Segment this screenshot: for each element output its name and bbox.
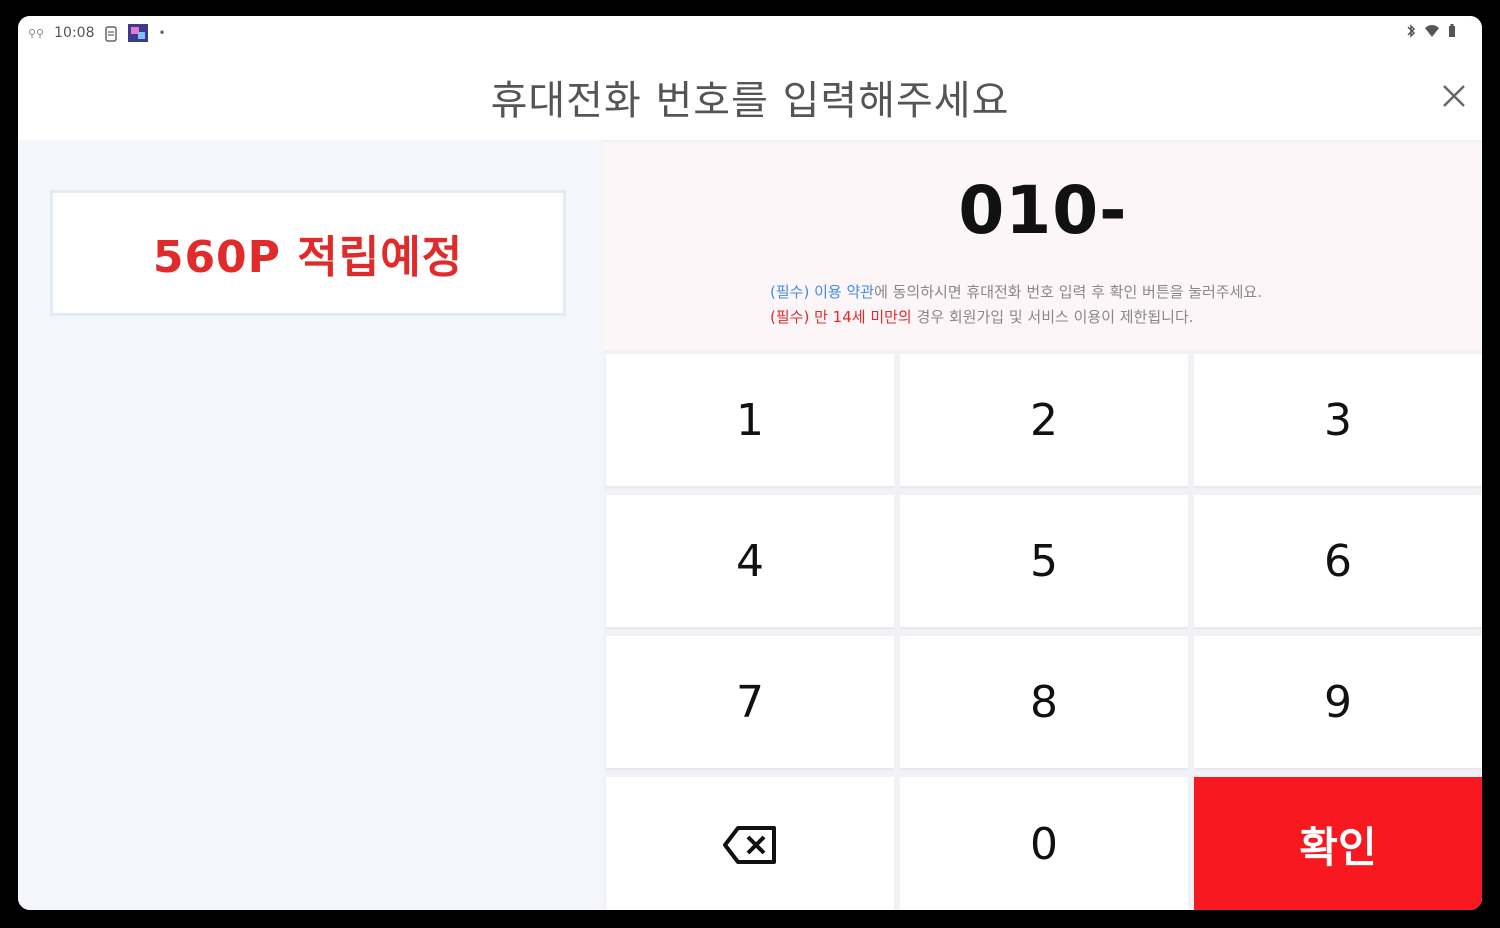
- battery-icon: [1448, 24, 1456, 42]
- notice-line-1-rest: 에 동의하시면 휴대전화 번호 입력 후 확인 버튼을 눌러주세요.: [874, 283, 1262, 301]
- phone-display: 010- (필수) 이용 약관에 동의하시면 휴대전화 번호 입력 후 확인 버…: [604, 142, 1482, 350]
- notice-required-label: (필수): [770, 283, 810, 301]
- phone-number-value: 010-: [958, 172, 1128, 249]
- status-left: ⚲⚲ 10:08 •: [28, 24, 166, 42]
- close-icon: [1443, 85, 1465, 107]
- key-3[interactable]: 3: [1194, 354, 1482, 486]
- key-6[interactable]: 6: [1194, 495, 1482, 627]
- status-time: 10:08: [54, 25, 95, 41]
- status-bar: ⚲⚲ 10:08 •: [18, 16, 1482, 50]
- screen: ⚲⚲ 10:08 • 휴대전화 번호를 입력해주세요 560P 적립예정 010…: [18, 16, 1482, 910]
- notice-line-2-rest: 경우 회원가입 및 서비스 이용이 제한됩니다.: [916, 308, 1194, 326]
- bluetooth-icon: [1406, 23, 1416, 43]
- device-frame: ⚲⚲ 10:08 • 휴대전화 번호를 입력해주세요 560P 적립예정 010…: [0, 0, 1500, 928]
- location-icon: ⚲⚲: [28, 26, 45, 40]
- keypad: 1 2 3 4 5 6 7 8 9 0 확인: [606, 354, 1482, 910]
- left-panel: 560P 적립예정: [18, 140, 604, 910]
- key-9[interactable]: 9: [1194, 636, 1482, 768]
- points-card: 560P 적립예정: [50, 190, 566, 316]
- backspace-button[interactable]: [606, 777, 894, 910]
- status-right: [1406, 23, 1456, 43]
- backspace-icon: [723, 825, 776, 864]
- app-thumbnail-icon: [128, 24, 149, 42]
- key-1[interactable]: 1: [606, 354, 894, 486]
- notice-age: 14세: [832, 308, 866, 326]
- key-5[interactable]: 5: [900, 495, 1188, 627]
- confirm-button[interactable]: 확인: [1194, 777, 1482, 910]
- key-4[interactable]: 4: [606, 495, 894, 627]
- notice-line-2: (필수) 만 14세 미만의 경우 회원가입 및 서비스 이용이 제한됩니다.: [770, 305, 1262, 330]
- page-title: 휴대전화 번호를 입력해주세요: [490, 78, 1010, 124]
- notice-age-prefix: (필수) 만: [770, 308, 828, 326]
- points-text: 560P 적립예정: [152, 232, 464, 283]
- header: 휴대전화 번호를 입력해주세요: [18, 50, 1482, 140]
- more-dot-icon: •: [158, 26, 166, 40]
- notice-line-1: (필수) 이용 약관에 동의하시면 휴대전화 번호 입력 후 확인 버튼을 눌러…: [770, 280, 1262, 305]
- key-2[interactable]: 2: [900, 354, 1188, 486]
- wifi-icon: [1424, 24, 1440, 42]
- close-button[interactable]: [1436, 78, 1472, 114]
- key-0[interactable]: 0: [900, 777, 1188, 910]
- key-7[interactable]: 7: [606, 636, 894, 768]
- terms-link[interactable]: 이용 약관: [814, 283, 874, 301]
- notice-under: 미만의: [870, 308, 912, 326]
- notice-text: (필수) 이용 약관에 동의하시면 휴대전화 번호 입력 후 확인 버튼을 눌러…: [770, 280, 1262, 330]
- notification-icon: [104, 26, 118, 42]
- key-8[interactable]: 8: [900, 636, 1188, 768]
- right-panel: 010- (필수) 이용 약관에 동의하시면 휴대전화 번호 입력 후 확인 버…: [604, 140, 1482, 910]
